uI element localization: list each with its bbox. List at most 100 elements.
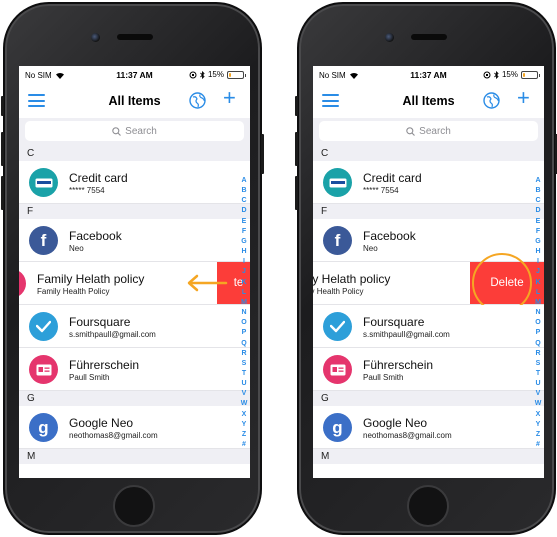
search-input[interactable]: Search (319, 121, 538, 141)
index-letter[interactable]: H (535, 247, 540, 257)
index-letter[interactable]: A (535, 176, 540, 186)
index-letter[interactable]: K (241, 278, 246, 288)
index-letter[interactable]: C (535, 196, 540, 206)
index-letter[interactable]: M (241, 298, 247, 308)
google-icon: g (323, 413, 352, 442)
index-letter[interactable]: I (537, 257, 539, 267)
index-letter[interactable]: S (242, 359, 247, 369)
list-item[interactable]: g Google Neo neothomas8@gmail.com (19, 406, 250, 449)
index-letter[interactable]: Y (536, 420, 541, 430)
index-letter[interactable]: N (535, 308, 540, 318)
index-letter[interactable]: Z (536, 430, 540, 440)
google-icon: g (29, 413, 58, 442)
volume-up-button (295, 132, 298, 166)
item-subtitle: Family Health Policy (37, 287, 110, 296)
bluetooth-icon (494, 70, 499, 79)
index-letter[interactable]: Y (242, 420, 247, 430)
index-letter[interactable]: X (242, 410, 247, 420)
index-letter[interactable]: M (535, 298, 541, 308)
index-letter[interactable]: G (535, 237, 540, 247)
items-list: C Credit card ***** 7554 F f Facebook Ne… (19, 146, 250, 464)
index-letter[interactable]: Z (242, 430, 246, 440)
index-letter[interactable]: K (535, 278, 540, 288)
index-letter[interactable]: T (242, 369, 246, 379)
volume-up-button (1, 132, 4, 166)
id-card-icon (29, 355, 58, 384)
index-letter[interactable]: S (536, 359, 541, 369)
section-header-g: G (19, 391, 250, 406)
index-letter[interactable]: # (242, 440, 246, 450)
add-item-button[interactable]: + (517, 87, 530, 109)
list-item[interactable]: Foursquare s.smithpaull@gmail.com (19, 305, 250, 348)
foursquare-icon (323, 312, 352, 341)
list-item[interactable]: Credit card ***** 7554 (313, 161, 544, 204)
add-item-button[interactable]: + (223, 87, 236, 109)
index-letter[interactable]: B (241, 186, 246, 196)
page-title: All Items (108, 94, 161, 108)
home-button[interactable] (407, 485, 449, 527)
index-letter[interactable]: I (243, 257, 245, 267)
search-placeholder: Search (419, 125, 451, 137)
index-letter[interactable]: W (535, 399, 542, 409)
index-letter[interactable]: N (241, 308, 246, 318)
list-item-swiped[interactable]: Family Helath policy Family Health Polic… (19, 262, 250, 305)
item-subtitle: ***** 7554 (363, 186, 399, 195)
home-button[interactable] (113, 485, 155, 527)
list-item[interactable]: Credit card ***** 7554 (19, 161, 250, 204)
item-title: Foursquare (69, 315, 131, 329)
search-bar: Search (313, 118, 544, 146)
index-letter[interactable]: R (241, 349, 246, 359)
index-letter[interactable]: X (536, 410, 541, 420)
list-item[interactable]: Führerschein Paull Smith (313, 348, 544, 391)
globe-icon[interactable] (483, 92, 500, 109)
index-letter[interactable]: C (241, 196, 246, 206)
index-letter[interactable]: J (536, 267, 540, 277)
index-letter[interactable]: O (535, 318, 540, 328)
index-letter[interactable]: P (242, 328, 247, 338)
index-letter[interactable]: B (535, 186, 540, 196)
alphabet-index[interactable]: A B C D E F G H I J K L M N O P Q R S T U V W X Y Z # (239, 176, 249, 450)
list-item[interactable]: g Google Neo neothomas8@gmail.com (313, 406, 544, 449)
item-title: Google Neo (69, 416, 134, 430)
globe-icon[interactable] (189, 92, 206, 109)
item-subtitle: neothomas8@gmail.com (363, 431, 452, 440)
list-item-swiped[interactable]: ily Helath policy ily Health Policy Dele… (313, 253, 544, 313)
index-letter[interactable]: J (242, 267, 246, 277)
list-item[interactable]: f Facebook Neo (19, 219, 250, 262)
index-letter[interactable]: L (536, 288, 540, 298)
front-camera (385, 33, 394, 42)
index-letter[interactable]: G (241, 237, 246, 247)
index-letter[interactable]: # (536, 440, 540, 450)
index-letter[interactable]: U (535, 379, 540, 389)
index-letter[interactable]: O (241, 318, 246, 328)
index-letter[interactable]: V (242, 389, 247, 399)
index-letter[interactable]: A (241, 176, 246, 186)
index-letter[interactable]: U (241, 379, 246, 389)
alphabet-index[interactable]: A B C D E F G H I J K L M N O P Q R S T U V W X Y Z # (533, 176, 543, 450)
index-letter[interactable]: R (535, 349, 540, 359)
policy-icon (19, 269, 26, 298)
index-letter[interactable]: E (242, 217, 247, 227)
index-letter[interactable]: F (242, 227, 246, 237)
index-letter[interactable]: W (241, 399, 248, 409)
index-letter[interactable]: Q (535, 339, 540, 349)
screen: No SIM 11:37 AM 15% All Items + Search C… (19, 66, 250, 478)
index-letter[interactable]: H (241, 247, 246, 257)
facebook-icon: f (29, 226, 58, 255)
index-letter[interactable]: D (535, 206, 540, 216)
credit-card-icon (323, 168, 352, 197)
nav-bar: All Items + (313, 84, 544, 118)
index-letter[interactable]: D (241, 206, 246, 216)
index-letter[interactable]: E (536, 217, 541, 227)
index-letter[interactable]: V (536, 389, 541, 399)
index-letter[interactable]: P (536, 328, 541, 338)
index-letter[interactable]: Q (241, 339, 246, 349)
index-letter[interactable]: L (242, 288, 246, 298)
status-bar: No SIM 11:37 AM 15% (313, 66, 544, 84)
index-letter[interactable]: T (536, 369, 540, 379)
list-item[interactable]: Foursquare s.smithpaull@gmail.com (313, 305, 544, 348)
tap-highlight-annotation (472, 253, 532, 313)
list-item[interactable]: Führerschein Paull Smith (19, 348, 250, 391)
search-input[interactable]: Search (25, 121, 244, 141)
index-letter[interactable]: F (536, 227, 540, 237)
